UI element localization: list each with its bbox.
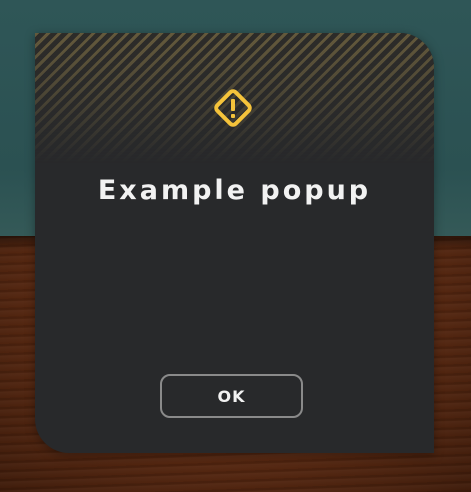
warning-icon	[214, 89, 252, 127]
popup-dialog: Example popup OK	[35, 33, 434, 453]
popup-title: Example popup	[97, 175, 372, 206]
ok-button[interactable]: OK	[160, 374, 303, 418]
